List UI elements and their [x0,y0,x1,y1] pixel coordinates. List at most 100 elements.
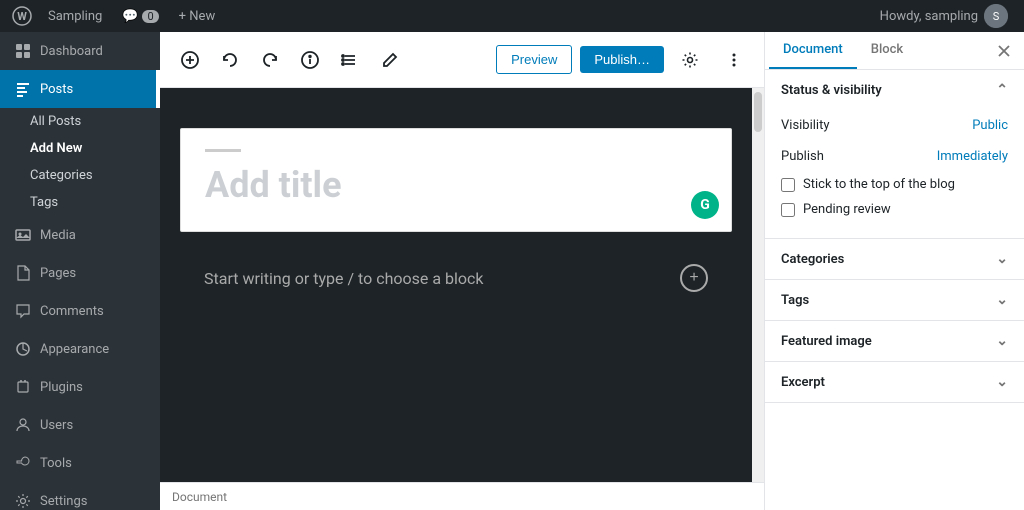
grammarly-icon: G [691,191,719,219]
panel-featured-image: Featured image ⌄ [765,321,1024,362]
sidebar-item-label: Appearance [40,342,109,357]
sidebar-section-posts: Posts All Posts Add New Categories Tags [0,70,160,216]
sidebar-item-plugins[interactable]: Plugins [0,368,160,406]
tab-block[interactable]: Block [857,32,917,69]
panel-title: Status & visibility [781,83,882,98]
active-indicator [156,70,160,108]
tools-icon [14,454,32,472]
sidebar-item-label: Comments [40,304,104,319]
appearance-icon [14,340,32,358]
sidebar-item-label: Pages [40,266,76,281]
comments-bar-item[interactable]: 💬 0 [114,9,166,24]
info-button[interactable] [292,42,328,78]
publish-label: Publish [781,149,824,164]
sidebar-item-settings[interactable]: Settings [0,482,160,510]
sidebar: Dashboard Posts All Posts Add New Catego… [0,32,160,510]
editor-main: Preview Publish… Add title G [160,32,764,510]
sidebar-item-label: Dashboard [40,44,103,59]
visibility-row: Visibility Public [781,110,1008,141]
panel-status-visibility: Status & visibility ⌃ Visibility Public … [765,70,1024,239]
dashboard-icon [14,42,32,60]
right-sidebar-body: Status & visibility ⌃ Visibility Public … [765,70,1024,510]
redo-button[interactable] [252,42,288,78]
publish-value[interactable]: Immediately [937,149,1008,164]
panel-status-visibility-body: Visibility Public Publish Immediately St… [765,110,1024,238]
panel-status-visibility-header[interactable]: Status & visibility ⌃ [765,70,1024,110]
main-layout: Dashboard Posts All Posts Add New Catego… [0,32,1024,510]
sidebar-item-label: Settings [40,494,87,509]
preview-button[interactable]: Preview [496,45,572,74]
list-view-button[interactable] [332,42,368,78]
panel-tags-header[interactable]: Tags ⌄ [765,280,1024,320]
right-sidebar-tabs: Document Block [765,32,1024,70]
undo-button[interactable] [212,42,248,78]
posts-icon [14,80,32,98]
stick-to-top-row: Stick to the top of the blog [781,172,1008,197]
sidebar-item-dashboard[interactable]: Dashboard [0,32,160,70]
panel-categories-header[interactable]: Categories ⌄ [765,239,1024,279]
wp-logo[interactable]: W [8,2,36,30]
bottom-bar-label: Document [172,490,227,504]
panel-excerpt: Excerpt ⌄ [765,362,1024,403]
submenu-tags[interactable]: Tags [0,189,160,216]
editor-scroll-area: Add title G Start writing or type / to c… [160,88,764,482]
paragraph-block[interactable]: Start writing or type / to choose a bloc… [180,248,732,308]
sidebar-item-label: Posts [40,82,73,97]
pending-review-row: Pending review [781,197,1008,222]
svg-text:S: S [993,10,1000,23]
sidebar-item-label: Media [40,228,76,243]
posts-submenu: All Posts Add New Categories Tags [0,108,160,216]
title-placeholder[interactable]: Add title [205,164,707,207]
editor-scrollbar[interactable] [752,88,764,482]
editor-content[interactable]: Add title G Start writing or type / to c… [160,88,752,482]
toolbar-right: Preview Publish… [496,42,752,78]
close-sidebar-button[interactable] [988,35,1020,67]
media-icon [14,226,32,244]
pages-icon [14,264,32,282]
editor-bottom-bar: Document [160,482,764,510]
sidebar-item-comments[interactable]: Comments [0,292,160,330]
pending-review-checkbox[interactable] [781,203,795,217]
avatar: S [984,4,1008,28]
sidebar-item-tools[interactable]: Tools [0,444,160,482]
editor-toolbar: Preview Publish… [160,32,764,88]
right-sidebar: Document Block Status & visibility ⌃ Vis… [764,32,1024,510]
users-icon [14,416,32,434]
panel-excerpt-header[interactable]: Excerpt ⌄ [765,362,1024,402]
visibility-label: Visibility [781,118,830,133]
sidebar-item-label: Tools [40,456,72,471]
add-block-toolbar-button[interactable] [172,42,208,78]
sidebar-item-pages[interactable]: Pages [0,254,160,292]
edit-button[interactable] [372,42,408,78]
stick-to-top-checkbox[interactable] [781,178,795,192]
submenu-all-posts[interactable]: All Posts [0,108,160,135]
tab-document[interactable]: Document [769,32,857,69]
sidebar-item-label: Plugins [40,380,83,395]
svg-text:W: W [17,10,27,23]
title-block[interactable]: Add title G [180,128,732,232]
sidebar-item-posts[interactable]: Posts [0,70,160,108]
sidebar-item-media[interactable]: Media [0,216,160,254]
site-name[interactable]: Sampling [40,0,110,32]
admin-bar-right: Howdy, sampling S [872,4,1016,28]
chevron-up-icon: ⌃ [996,82,1008,98]
visibility-value[interactable]: Public [972,118,1008,133]
pending-review-label: Pending review [803,202,891,217]
submenu-categories[interactable]: Categories [0,162,160,189]
panel-title: Tags [781,293,809,308]
panel-featured-image-header[interactable]: Featured image ⌄ [765,321,1024,361]
editor-scroll-thumb[interactable] [754,92,762,132]
submenu-add-new[interactable]: Add New [0,135,160,162]
sidebar-item-label: Users [40,418,73,433]
editor-canvas: Add title G Start writing or type / to c… [180,128,732,308]
plugins-icon [14,378,32,396]
sidebar-item-users[interactable]: Users [0,406,160,444]
add-block-inline-button[interactable]: + [680,264,708,292]
publish-button[interactable]: Publish… [580,46,664,73]
panel-title: Excerpt [781,375,825,390]
settings-gear-button[interactable] [672,42,708,78]
more-options-button[interactable] [716,42,752,78]
new-bar-item[interactable]: + New [171,9,224,24]
sidebar-item-appearance[interactable]: Appearance [0,330,160,368]
howdy-text: Howdy, sampling S [872,4,1016,28]
